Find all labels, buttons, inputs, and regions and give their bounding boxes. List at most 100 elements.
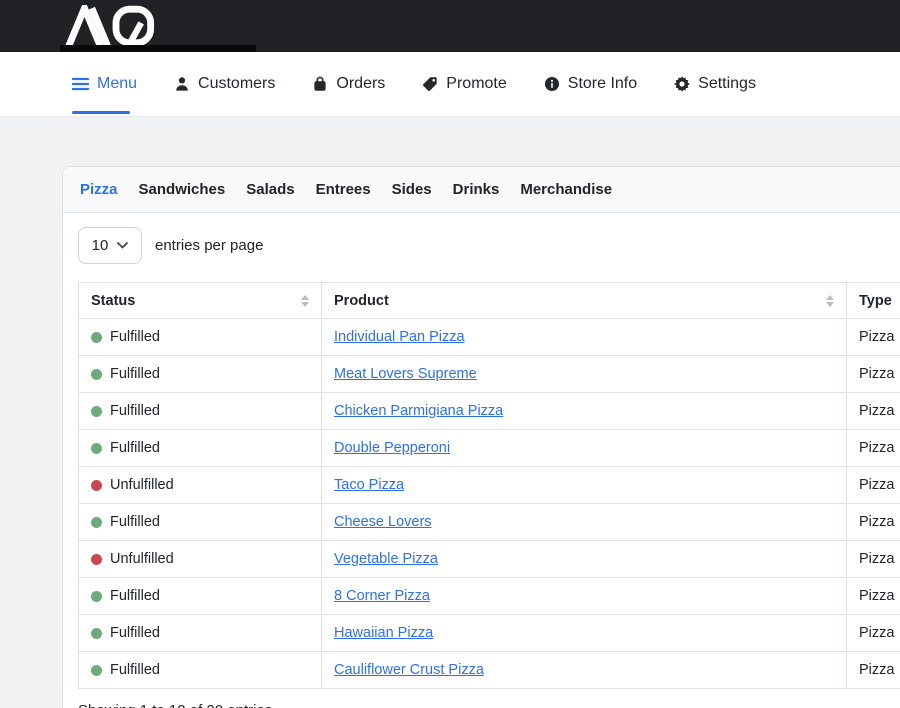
- table-row: Fulfilled Double Pepperoni Pizza: [79, 430, 900, 467]
- product-link[interactable]: Double Pepperoni: [334, 440, 450, 456]
- tab-merchandise[interactable]: Merchandise: [520, 181, 612, 198]
- table-header-row: Status Product Type: [79, 283, 900, 319]
- type-cell: Pizza: [847, 541, 900, 578]
- type-cell: Pizza: [847, 615, 900, 652]
- product-link[interactable]: Taco Pizza: [334, 477, 404, 493]
- table-row: Fulfilled 8 Corner Pizza Pizza: [79, 578, 900, 615]
- tab-sides[interactable]: Sides: [392, 181, 432, 198]
- nav-item-label: Customers: [198, 75, 275, 93]
- tag-icon: [422, 76, 438, 92]
- product-link[interactable]: Cheese Lovers: [334, 514, 432, 530]
- column-header-status[interactable]: Status: [79, 283, 322, 319]
- tab-pizza[interactable]: Pizza: [80, 181, 118, 198]
- column-label: Type: [859, 293, 892, 309]
- product-link[interactable]: Individual Pan Pizza: [334, 329, 465, 345]
- product-cell: Cauliflower Crust Pizza: [322, 652, 847, 689]
- product-cell: Double Pepperoni: [322, 430, 847, 467]
- product-link[interactable]: 8 Corner Pizza: [334, 588, 430, 604]
- table-row: Unfulfilled Vegetable Pizza Pizza: [79, 541, 900, 578]
- product-link[interactable]: Vegetable Pizza: [334, 551, 438, 567]
- tab-sandwiches[interactable]: Sandwiches: [139, 181, 226, 198]
- status-cell: Fulfilled: [79, 578, 322, 615]
- nav-item-store-info[interactable]: Store Info: [544, 75, 637, 93]
- status-cell: Fulfilled: [79, 615, 322, 652]
- status-label: Fulfilled: [110, 514, 160, 530]
- product-cell: Chicken Parmigiana Pizza: [322, 393, 847, 430]
- status-dot-icon: [91, 591, 102, 602]
- person-icon: [174, 76, 190, 92]
- page-size-label: entries per page: [155, 237, 263, 254]
- status-label: Unfulfilled: [110, 551, 174, 567]
- status-dot-icon: [91, 517, 102, 528]
- page-size-row: 10 entries per page: [78, 227, 900, 264]
- status-cell: Fulfilled: [79, 504, 322, 541]
- type-cell: Pizza: [847, 504, 900, 541]
- product-cell: Cheese Lovers: [322, 504, 847, 541]
- sort-icon[interactable]: [826, 295, 834, 307]
- column-label: Product: [334, 293, 389, 309]
- status-dot-icon: [91, 406, 102, 417]
- status-label: Fulfilled: [110, 662, 160, 678]
- status-label: Fulfilled: [110, 366, 160, 382]
- nav-item-promote[interactable]: Promote: [422, 75, 506, 93]
- column-label: Status: [91, 293, 135, 309]
- nav-item-orders[interactable]: Orders: [312, 75, 385, 93]
- status-label: Fulfilled: [110, 329, 160, 345]
- product-cell: Meat Lovers Supreme: [322, 356, 847, 393]
- status-cell: Fulfilled: [79, 652, 322, 689]
- product-link[interactable]: Cauliflower Crust Pizza: [334, 662, 484, 678]
- status-dot-icon: [91, 443, 102, 454]
- status-label: Fulfilled: [110, 403, 160, 419]
- menu-card: Pizza Sandwiches Salads Entrees Sides Dr…: [62, 166, 900, 708]
- table-row: Fulfilled Meat Lovers Supreme Pizza: [79, 356, 900, 393]
- tab-salads[interactable]: Salads: [246, 181, 294, 198]
- table-row: Fulfilled Hawaiian Pizza Pizza: [79, 615, 900, 652]
- product-cell: Vegetable Pizza: [322, 541, 847, 578]
- tab-entrees[interactable]: Entrees: [316, 181, 371, 198]
- page-size-select[interactable]: 10: [78, 227, 142, 264]
- nav-item-menu[interactable]: Menu: [72, 75, 137, 93]
- table-row: Fulfilled Cauliflower Crust Pizza Pizza: [79, 652, 900, 689]
- bag-icon: [312, 76, 328, 92]
- type-cell: Pizza: [847, 356, 900, 393]
- product-link[interactable]: Meat Lovers Supreme: [334, 366, 477, 382]
- status-label: Fulfilled: [110, 440, 160, 456]
- gear-icon: [674, 76, 690, 92]
- type-cell: Pizza: [847, 652, 900, 689]
- status-cell: Fulfilled: [79, 356, 322, 393]
- status-label: Unfulfilled: [110, 477, 174, 493]
- table-summary: Showing 1 to 10 of 20 entries: [78, 702, 900, 708]
- status-cell: Fulfilled: [79, 393, 322, 430]
- logo-background-strip: [60, 45, 256, 52]
- card-body: 10 entries per page Status: [63, 213, 900, 708]
- status-label: Fulfilled: [110, 625, 160, 641]
- table-row: Fulfilled Chicken Parmigiana Pizza Pizza: [79, 393, 900, 430]
- status-dot-icon: [91, 369, 102, 380]
- category-tab-bar: Pizza Sandwiches Salads Entrees Sides Dr…: [63, 167, 900, 213]
- active-nav-underline: [72, 111, 130, 114]
- sort-icon[interactable]: [301, 295, 309, 307]
- product-link[interactable]: Hawaiian Pizza: [334, 625, 433, 641]
- column-header-product[interactable]: Product: [322, 283, 847, 319]
- page-size-value: 10: [92, 237, 109, 254]
- aiq-logo-icon: [62, 5, 170, 47]
- nav-item-label: Menu: [97, 75, 137, 93]
- type-cell: Pizza: [847, 393, 900, 430]
- product-cell: 8 Corner Pizza: [322, 578, 847, 615]
- type-cell: Pizza: [847, 578, 900, 615]
- status-dot-icon: [91, 554, 102, 565]
- brand-logo[interactable]: [62, 4, 182, 48]
- status-label: Fulfilled: [110, 588, 160, 604]
- product-cell: Individual Pan Pizza: [322, 319, 847, 356]
- nav-item-settings[interactable]: Settings: [674, 75, 756, 93]
- status-cell: Fulfilled: [79, 430, 322, 467]
- status-dot-icon: [91, 665, 102, 676]
- nav-item-customers[interactable]: Customers: [174, 75, 275, 93]
- tab-drinks[interactable]: Drinks: [453, 181, 500, 198]
- main-navigation: Menu Customers Orders Promote Store: [0, 52, 900, 117]
- product-link[interactable]: Chicken Parmigiana Pizza: [334, 403, 503, 419]
- column-header-type[interactable]: Type: [847, 283, 900, 319]
- table-row: Fulfilled Cheese Lovers Pizza: [79, 504, 900, 541]
- type-cell: Pizza: [847, 467, 900, 504]
- table-row: Fulfilled Individual Pan Pizza Pizza: [79, 319, 900, 356]
